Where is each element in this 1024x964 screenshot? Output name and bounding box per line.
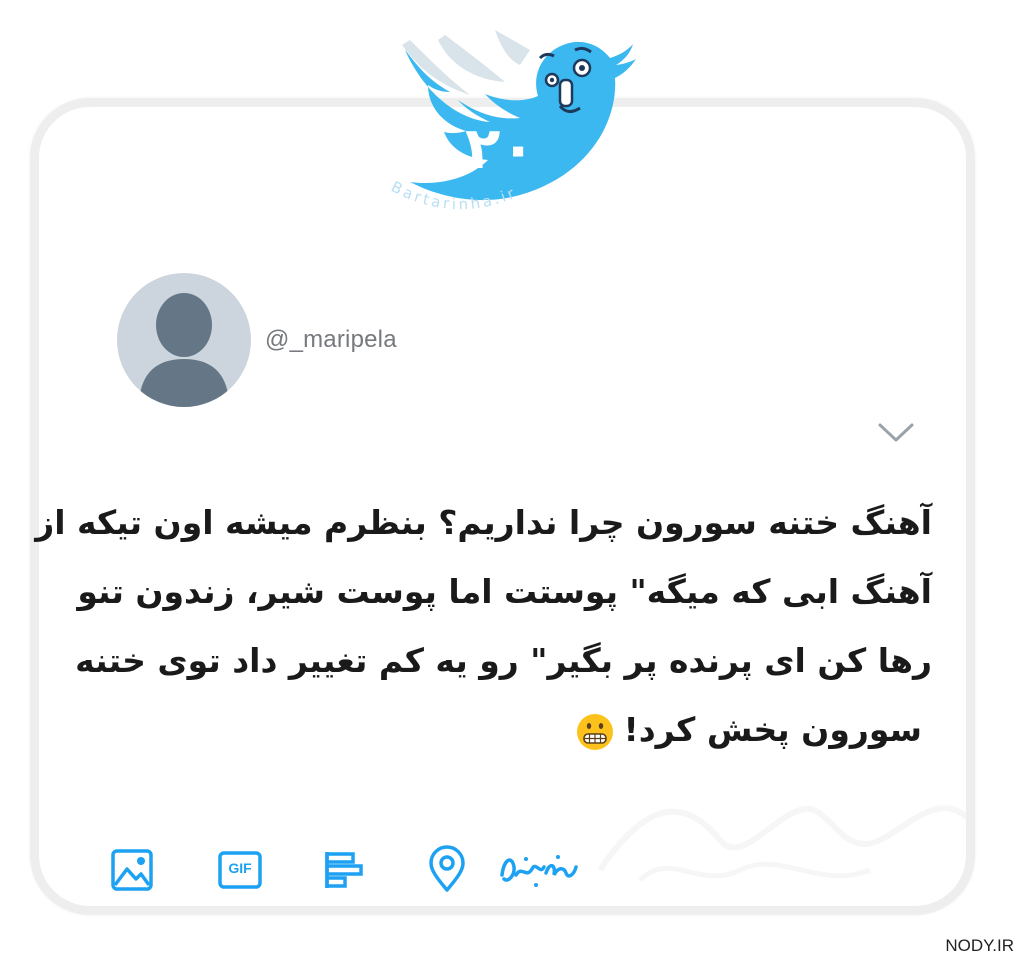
tweet-line: رها کن ای پرنده پر بگیر" رو یه کم تغییر … — [75, 641, 932, 680]
user-handle[interactable]: @_maripela — [265, 326, 397, 354]
image-icon[interactable] — [108, 845, 156, 895]
tweet-line-text: سورون پخش کرد! — [623, 710, 922, 749]
background-watermark — [597, 805, 973, 882]
site-watermark: NODY.IR — [945, 936, 1014, 955]
gif-label: GIF — [228, 860, 252, 876]
grimacing-face-icon — [576, 713, 613, 750]
tweet-text: آهنگ ختنه سورون چرا نداریم؟ بنظرم میشه ا… — [35, 488, 932, 764]
chevron-down-icon[interactable] — [876, 419, 916, 445]
poll-icon[interactable] — [321, 845, 369, 895]
tweet-line: آهنگ ابی که میگه" پوستت اما پوست شیر، زن… — [77, 572, 932, 611]
default-avatar-icon — [139, 293, 229, 407]
location-icon[interactable] — [426, 845, 468, 895]
gif-icon[interactable]: GIF — [216, 845, 264, 895]
bartarinha-logo-icon — [500, 855, 578, 887]
screenshot: ۲۰ Bartarinha.ir @_maripela آهنگ ختنه سو… — [0, 0, 1024, 964]
site-watermark-text: NODY.IR — [945, 936, 1014, 955]
avatar[interactable] — [117, 273, 251, 407]
bartarinha-bird-logo: ۲۰ Bartarinha.ir — [388, 30, 636, 213]
logo-number: ۲۰ — [465, 114, 536, 182]
tweet-line: آهنگ ختنه سورون چرا نداریم؟ بنظرم میشه ا… — [35, 503, 932, 542]
